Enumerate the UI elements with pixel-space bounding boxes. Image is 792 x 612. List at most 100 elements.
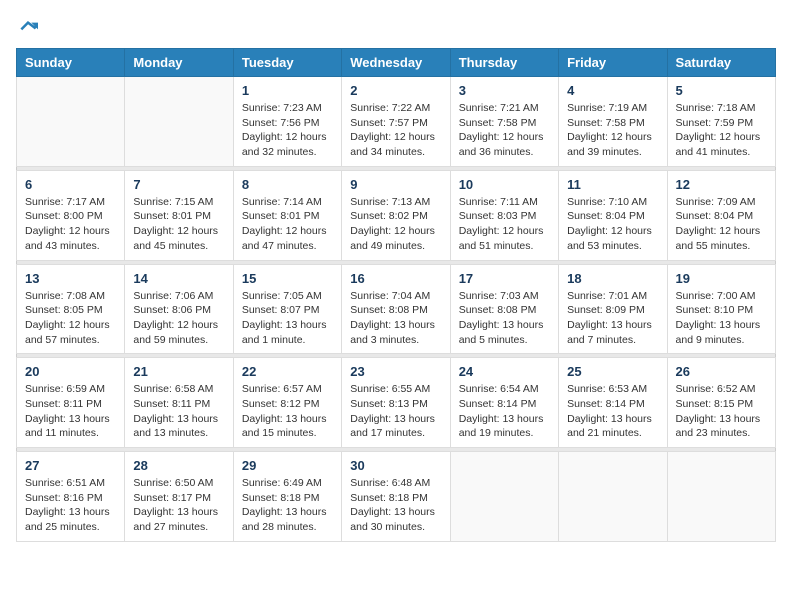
calendar-header-row: SundayMondayTuesdayWednesdayThursdayFrid… bbox=[17, 49, 776, 77]
cell-info: Sunrise: 7:03 AM Sunset: 8:08 PM Dayligh… bbox=[459, 289, 550, 348]
cell-info: Sunrise: 7:18 AM Sunset: 7:59 PM Dayligh… bbox=[676, 101, 767, 160]
calendar-cell bbox=[667, 452, 775, 542]
calendar-cell: 25 Sunrise: 6:53 AM Sunset: 8:14 PM Dayli… bbox=[559, 358, 667, 448]
day-number: 20 bbox=[25, 364, 116, 379]
day-number: 10 bbox=[459, 177, 550, 192]
cell-info: Sunrise: 6:53 AM Sunset: 8:14 PM Dayligh… bbox=[567, 382, 658, 441]
calendar-cell: 9Sunrise: 7:13 AM Sunset: 8:02 PM Daylig… bbox=[342, 170, 450, 260]
calendar-cell: 29 Sunrise: 6:49 AM Sunset: 8:18 PM Dayli… bbox=[233, 452, 341, 542]
calendar-cell bbox=[559, 452, 667, 542]
day-number: 25 bbox=[567, 364, 658, 379]
day-number: 30 bbox=[350, 458, 441, 473]
calendar-cell: 24Sunrise: 6:54 AM Sunset: 8:14 PM Dayli… bbox=[450, 358, 558, 448]
calendar-cell: 28 Sunrise: 6:50 AM Sunset: 8:17 PM Dayli… bbox=[125, 452, 233, 542]
day-number: 12 bbox=[676, 177, 767, 192]
cell-info: Sunrise: 7:11 AM Sunset: 8:03 PM Dayligh… bbox=[459, 195, 550, 254]
day-number: 15 bbox=[242, 271, 333, 286]
calendar-cell: 11 Sunrise: 7:10 AM Sunset: 8:04 PM Dayli… bbox=[559, 170, 667, 260]
calendar-week-row: 27 Sunrise: 6:51 AM Sunset: 8:16 PM Dayli… bbox=[17, 452, 776, 542]
calendar-cell: 20 Sunrise: 6:59 AM Sunset: 8:11 PM Dayli… bbox=[17, 358, 125, 448]
day-number: 22 bbox=[242, 364, 333, 379]
cell-info: Sunrise: 7:17 AM Sunset: 8:00 PM Dayligh… bbox=[25, 195, 116, 254]
cell-info: Sunrise: 7:00 AM Sunset: 8:10 PM Dayligh… bbox=[676, 289, 767, 348]
calendar-cell: 19 Sunrise: 7:00 AM Sunset: 8:10 PM Dayli… bbox=[667, 264, 775, 354]
day-number: 18 bbox=[567, 271, 658, 286]
cell-info: Sunrise: 6:59 AM Sunset: 8:11 PM Dayligh… bbox=[25, 382, 116, 441]
calendar-cell: 15Sunrise: 7:05 AM Sunset: 8:07 PM Dayli… bbox=[233, 264, 341, 354]
calendar-day-header: Thursday bbox=[450, 49, 558, 77]
day-number: 1 bbox=[242, 83, 333, 98]
logo-block bbox=[16, 16, 38, 36]
cell-info: Sunrise: 6:57 AM Sunset: 8:12 PM Dayligh… bbox=[242, 382, 333, 441]
calendar-cell: 5 Sunrise: 7:18 AM Sunset: 7:59 PM Daylig… bbox=[667, 77, 775, 167]
calendar-cell: 3 Sunrise: 7:21 AM Sunset: 7:58 PM Daylig… bbox=[450, 77, 558, 167]
day-number: 5 bbox=[676, 83, 767, 98]
day-number: 28 bbox=[133, 458, 224, 473]
day-number: 23 bbox=[350, 364, 441, 379]
calendar-cell: 16 Sunrise: 7:04 AM Sunset: 8:08 PM Dayli… bbox=[342, 264, 450, 354]
cell-info: Sunrise: 7:19 AM Sunset: 7:58 PM Dayligh… bbox=[567, 101, 658, 160]
calendar-day-header: Wednesday bbox=[342, 49, 450, 77]
logo bbox=[16, 16, 38, 36]
calendar-cell bbox=[450, 452, 558, 542]
calendar-week-row: 1Sunrise: 7:23 AM Sunset: 7:56 PM Daylig… bbox=[17, 77, 776, 167]
calendar-cell: 27 Sunrise: 6:51 AM Sunset: 8:16 PM Dayli… bbox=[17, 452, 125, 542]
day-number: 3 bbox=[459, 83, 550, 98]
calendar-cell: 13 Sunrise: 7:08 AM Sunset: 8:05 PM Dayli… bbox=[17, 264, 125, 354]
cell-info: Sunrise: 6:51 AM Sunset: 8:16 PM Dayligh… bbox=[25, 476, 116, 535]
calendar-cell: 17 Sunrise: 7:03 AM Sunset: 8:08 PM Dayli… bbox=[450, 264, 558, 354]
cell-info: Sunrise: 7:21 AM Sunset: 7:58 PM Dayligh… bbox=[459, 101, 550, 160]
calendar-day-header: Sunday bbox=[17, 49, 125, 77]
cell-info: Sunrise: 7:13 AM Sunset: 8:02 PM Dayligh… bbox=[350, 195, 441, 254]
day-number: 11 bbox=[567, 177, 658, 192]
day-number: 27 bbox=[25, 458, 116, 473]
day-number: 16 bbox=[350, 271, 441, 286]
calendar-cell: 6 Sunrise: 7:17 AM Sunset: 8:00 PM Daylig… bbox=[17, 170, 125, 260]
calendar-day-header: Friday bbox=[559, 49, 667, 77]
cell-info: Sunrise: 7:06 AM Sunset: 8:06 PM Dayligh… bbox=[133, 289, 224, 348]
day-number: 7 bbox=[133, 177, 224, 192]
calendar-cell: 14 Sunrise: 7:06 AM Sunset: 8:06 PM Dayli… bbox=[125, 264, 233, 354]
calendar-week-row: 6 Sunrise: 7:17 AM Sunset: 8:00 PM Daylig… bbox=[17, 170, 776, 260]
cell-info: Sunrise: 6:49 AM Sunset: 8:18 PM Dayligh… bbox=[242, 476, 333, 535]
cell-info: Sunrise: 7:01 AM Sunset: 8:09 PM Dayligh… bbox=[567, 289, 658, 348]
day-number: 13 bbox=[25, 271, 116, 286]
calendar-cell bbox=[125, 77, 233, 167]
calendar-cell: 30 Sunrise: 6:48 AM Sunset: 8:18 PM Dayli… bbox=[342, 452, 450, 542]
calendar-day-header: Monday bbox=[125, 49, 233, 77]
calendar-cell: 18 Sunrise: 7:01 AM Sunset: 8:09 PM Dayli… bbox=[559, 264, 667, 354]
calendar-cell: 8 Sunrise: 7:14 AM Sunset: 8:01 PM Daylig… bbox=[233, 170, 341, 260]
calendar-cell: 22 Sunrise: 6:57 AM Sunset: 8:12 PM Dayli… bbox=[233, 358, 341, 448]
cell-info: Sunrise: 7:14 AM Sunset: 8:01 PM Dayligh… bbox=[242, 195, 333, 254]
calendar-cell: 1Sunrise: 7:23 AM Sunset: 7:56 PM Daylig… bbox=[233, 77, 341, 167]
calendar-cell: 23 Sunrise: 6:55 AM Sunset: 8:13 PM Dayli… bbox=[342, 358, 450, 448]
day-number: 19 bbox=[676, 271, 767, 286]
day-number: 17 bbox=[459, 271, 550, 286]
calendar-table: SundayMondayTuesdayWednesdayThursdayFrid… bbox=[16, 48, 776, 542]
day-number: 8 bbox=[242, 177, 333, 192]
day-number: 2 bbox=[350, 83, 441, 98]
logo-icon bbox=[18, 16, 38, 36]
calendar-week-row: 13 Sunrise: 7:08 AM Sunset: 8:05 PM Dayli… bbox=[17, 264, 776, 354]
cell-info: Sunrise: 7:08 AM Sunset: 8:05 PM Dayligh… bbox=[25, 289, 116, 348]
day-number: 29 bbox=[242, 458, 333, 473]
cell-info: Sunrise: 6:50 AM Sunset: 8:17 PM Dayligh… bbox=[133, 476, 224, 535]
cell-info: Sunrise: 6:55 AM Sunset: 8:13 PM Dayligh… bbox=[350, 382, 441, 441]
day-number: 14 bbox=[133, 271, 224, 286]
calendar-day-header: Tuesday bbox=[233, 49, 341, 77]
calendar-cell: 10 Sunrise: 7:11 AM Sunset: 8:03 PM Dayli… bbox=[450, 170, 558, 260]
calendar-cell bbox=[17, 77, 125, 167]
calendar-cell: 21Sunrise: 6:58 AM Sunset: 8:11 PM Dayli… bbox=[125, 358, 233, 448]
cell-info: Sunrise: 7:09 AM Sunset: 8:04 PM Dayligh… bbox=[676, 195, 767, 254]
page-header bbox=[16, 16, 776, 36]
cell-info: Sunrise: 7:10 AM Sunset: 8:04 PM Dayligh… bbox=[567, 195, 658, 254]
cell-info: Sunrise: 7:04 AM Sunset: 8:08 PM Dayligh… bbox=[350, 289, 441, 348]
cell-info: Sunrise: 7:22 AM Sunset: 7:57 PM Dayligh… bbox=[350, 101, 441, 160]
day-number: 26 bbox=[676, 364, 767, 379]
calendar-cell: 4Sunrise: 7:19 AM Sunset: 7:58 PM Daylig… bbox=[559, 77, 667, 167]
calendar-day-header: Saturday bbox=[667, 49, 775, 77]
day-number: 6 bbox=[25, 177, 116, 192]
cell-info: Sunrise: 7:15 AM Sunset: 8:01 PM Dayligh… bbox=[133, 195, 224, 254]
cell-info: Sunrise: 6:54 AM Sunset: 8:14 PM Dayligh… bbox=[459, 382, 550, 441]
cell-info: Sunrise: 6:48 AM Sunset: 8:18 PM Dayligh… bbox=[350, 476, 441, 535]
